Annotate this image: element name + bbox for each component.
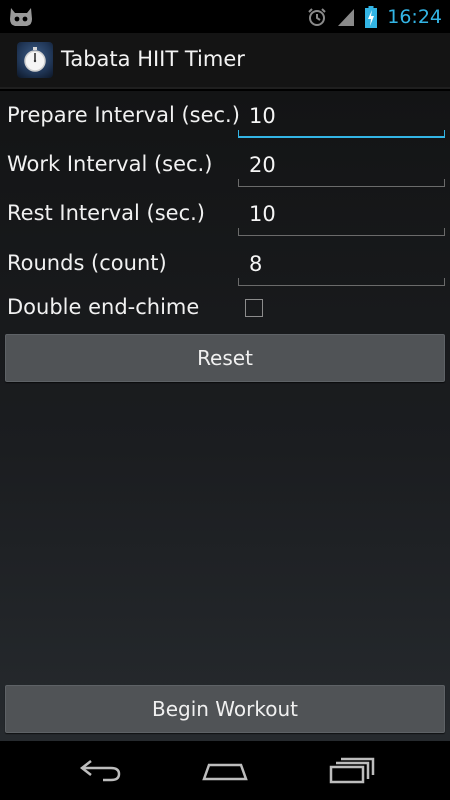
- double-chime-checkbox[interactable]: [245, 299, 263, 317]
- work-interval-value: 20: [249, 153, 276, 177]
- rest-interval-label: Rest Interval (sec.): [7, 201, 205, 225]
- field-underline: [238, 228, 445, 236]
- rest-interval-field[interactable]: 10: [238, 196, 445, 236]
- status-time: 16:24: [387, 5, 442, 28]
- prepare-interval-row: Prepare Interval (sec.) 10: [0, 95, 450, 141]
- begin-workout-button[interactable]: Begin Workout: [5, 685, 445, 733]
- app-title: Tabata HIIT Timer: [61, 47, 245, 71]
- prepare-interval-field[interactable]: 10: [238, 98, 445, 138]
- back-icon[interactable]: [75, 755, 125, 785]
- field-underline: [238, 278, 445, 286]
- alarm-icon: [308, 7, 326, 26]
- prepare-interval-label: Prepare Interval (sec.): [7, 103, 240, 127]
- cyanogenmod-mascot-icon: [10, 8, 32, 26]
- stopwatch-icon: [17, 42, 53, 78]
- home-icon[interactable]: [200, 755, 250, 785]
- rest-interval-row: Rest Interval (sec.) 10: [0, 193, 450, 239]
- double-chime-label: Double end-chime: [7, 295, 200, 319]
- prepare-interval-value: 10: [249, 104, 276, 128]
- field-underline: [238, 179, 445, 187]
- rounds-row: Rounds (count) 8: [0, 243, 450, 289]
- rounds-value: 8: [249, 252, 263, 276]
- work-interval-field[interactable]: 20: [238, 147, 445, 187]
- signal-icon: [338, 8, 355, 26]
- work-interval-row: Work Interval (sec.) 20: [0, 144, 450, 190]
- navigation-bar: [0, 741, 450, 800]
- battery-charging-icon: [365, 5, 378, 28]
- status-bar: 16:24: [0, 0, 450, 33]
- field-underline: [238, 130, 445, 138]
- settings-form: Prepare Interval (sec.) 10 Work Interval…: [0, 91, 450, 741]
- work-interval-label: Work Interval (sec.): [7, 152, 213, 176]
- reset-button[interactable]: Reset: [5, 334, 445, 382]
- action-bar: Tabata HIIT Timer: [0, 33, 450, 89]
- double-chime-row: Double end-chime: [0, 291, 450, 327]
- recent-apps-icon[interactable]: [327, 755, 377, 785]
- rest-interval-value: 10: [249, 202, 276, 226]
- rounds-label: Rounds (count): [7, 251, 167, 275]
- rounds-field[interactable]: 8: [238, 246, 445, 286]
